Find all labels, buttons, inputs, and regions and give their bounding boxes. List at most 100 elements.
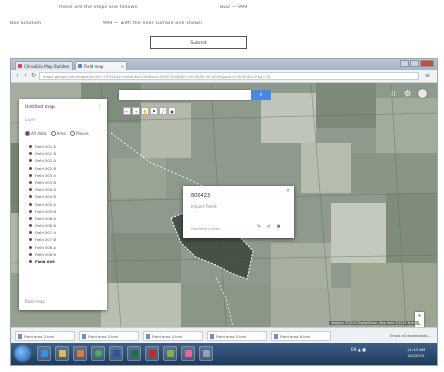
clock[interactable]: 11:43 AM 4/2/2015: [407, 347, 425, 359]
download-item[interactable]: Field area 3.kml: [79, 331, 139, 341]
download-item[interactable]: Field area 2.kml: [15, 331, 75, 341]
list-item[interactable]: Field 003 A: [29, 172, 56, 179]
taskbar-app-paint[interactable]: [181, 346, 195, 361]
more-options-icon[interactable]: ⋮: [97, 103, 103, 110]
doc-line-2: Box Solution: [10, 21, 42, 26]
measure-icon[interactable]: ▣: [168, 107, 176, 115]
address-bar[interactable]: maps.google.com/maps/ms?ie=UTF8&hl=en&ms…: [39, 72, 419, 80]
chrome-icon: [95, 350, 102, 357]
list-item-selected[interactable]: Field 009: [29, 258, 56, 265]
downloads-bar: Field area 2.kml Field area 3.kml Field …: [11, 327, 437, 344]
list-item[interactable]: Field 005 B: [29, 208, 56, 215]
media-icon: [77, 350, 84, 357]
list-item[interactable]: Field 006 A: [29, 215, 56, 222]
list-item[interactable]: Field 007 B: [29, 236, 56, 243]
back-icon[interactable]: ‹: [14, 72, 21, 79]
map-title[interactable]: Untitled map: [25, 105, 55, 110]
maximize-button[interactable]: [410, 60, 419, 67]
list-item[interactable]: Field 004 B: [29, 193, 56, 200]
pin-icon: [29, 202, 32, 206]
radio-icon[interactable]: [70, 131, 76, 136]
taskbar-app-chrome[interactable]: [91, 346, 105, 361]
pin-icon: [29, 145, 32, 148]
list-item[interactable]: Field 005 A: [29, 201, 56, 208]
start-button[interactable]: [15, 346, 30, 361]
browser-tab-active[interactable]: Field map ×: [75, 61, 127, 70]
list-item[interactable]: Field 001 A: [29, 143, 56, 150]
pin-icon: [29, 224, 32, 228]
download-item[interactable]: Field area 6.kml: [271, 331, 331, 341]
avatar[interactable]: [418, 89, 427, 98]
edit-icons[interactable]: ✎ ✐ ✖: [257, 224, 283, 230]
radio-icon[interactable]: [50, 131, 56, 136]
base-map-toggle[interactable]: Base map: [25, 299, 45, 304]
browser-tab[interactable]: ChinaEdu Map Builder ×: [15, 61, 73, 70]
popup-meta[interactable]: Geometry data: [191, 226, 220, 231]
list-item[interactable]: Field 001 B: [29, 150, 56, 157]
browser-icon: [41, 350, 48, 357]
browser-toolbar: ‹ › ↻ maps.google.com/maps/ms?ie=UTF8&hl…: [11, 70, 437, 83]
taskbar-app-settings[interactable]: [199, 346, 213, 361]
download-item[interactable]: Field area 4.kml: [143, 331, 203, 341]
taskbar-app-media[interactable]: [73, 346, 87, 361]
list-item[interactable]: Field 004 A: [29, 186, 56, 193]
map-search-input[interactable]: [119, 90, 251, 100]
pin-icon: [29, 245, 32, 249]
taskbar-app-word[interactable]: [109, 346, 123, 361]
list-item[interactable]: Field 006 B: [29, 222, 56, 229]
map-icon: [167, 350, 174, 357]
taskbar-app-maps[interactable]: [163, 346, 177, 361]
folder-icon: [59, 350, 66, 357]
favicon-icon: [18, 64, 22, 68]
show-all-downloads-link[interactable]: Show all downloads...: [390, 333, 431, 338]
menu-icon[interactable]: ≡: [424, 72, 431, 79]
close-icon[interactable]: ×: [121, 62, 124, 70]
list-item[interactable]: Field 002 B: [29, 165, 56, 172]
list-item[interactable]: Field 003 B: [29, 179, 56, 186]
system-tray[interactable]: EN ▲ ■: [351, 347, 366, 352]
pin-icon: [29, 252, 32, 256]
hand-icon[interactable]: ✋: [141, 107, 149, 115]
minimize-button[interactable]: [400, 60, 409, 67]
taskbar-app-excel[interactable]: [127, 346, 141, 361]
style-options: All data Area Places: [25, 131, 89, 136]
pin-icon: [29, 238, 32, 242]
reload-icon[interactable]: ↻: [30, 72, 37, 79]
list-item[interactable]: Field 007 A: [29, 229, 56, 236]
tab-label: Field map: [84, 64, 104, 69]
close-icon[interactable]: ×: [286, 188, 290, 194]
search-icon[interactable]: ⌕: [251, 90, 271, 100]
settings-icon: [203, 350, 210, 357]
submit-button[interactable]: Submit: [150, 36, 247, 49]
pin-icon: [29, 231, 32, 235]
close-window-button[interactable]: [420, 60, 434, 67]
excel-icon: [131, 350, 138, 357]
pin-icon: [29, 188, 32, 192]
marker-icon[interactable]: ⚑: [150, 107, 158, 115]
clock-date: 4/2/2015: [407, 353, 425, 358]
zoom-in-button[interactable]: +: [415, 312, 424, 321]
tab-label: ChinaEdu Map Builder: [24, 64, 69, 69]
download-item[interactable]: Field area 5.kml: [207, 331, 267, 341]
taskbar-app-ie[interactable]: [37, 346, 51, 361]
list-item[interactable]: Field 008 A: [29, 244, 56, 251]
taskbar-app-explorer[interactable]: [55, 346, 69, 361]
line-icon[interactable]: ╱: [159, 107, 167, 115]
pin-icon: [29, 159, 32, 163]
favicon-icon: [78, 64, 82, 68]
taskbar: EN ▲ ■ 11:43 AM 4/2/2015: [11, 343, 437, 365]
apps-icon[interactable]: ⁞⁞: [391, 90, 395, 98]
radio-icon[interactable]: [25, 131, 30, 136]
gear-icon[interactable]: ⚙: [404, 89, 411, 98]
satellite-map[interactable]: ⌕ ← → ✋ ⚑ ╱ ▣ ⁞⁞ ⚙ Untitled map ⋮ Layer All d…: [11, 83, 437, 327]
feature-info-popup: 800423 × Import Fields Geometry data ✎ ✐…: [183, 186, 294, 238]
forward-icon[interactable]: ›: [22, 72, 29, 79]
close-icon[interactable]: ×: [67, 62, 70, 70]
redo-icon[interactable]: →: [132, 107, 140, 115]
list-item[interactable]: Field 002 A: [29, 157, 56, 164]
pin-icon: [29, 195, 32, 199]
layer-name[interactable]: Layer: [25, 117, 36, 122]
list-item[interactable]: Field 008 B: [29, 251, 56, 258]
undo-icon[interactable]: ←: [123, 107, 131, 115]
taskbar-app-pdf[interactable]: [145, 346, 159, 361]
